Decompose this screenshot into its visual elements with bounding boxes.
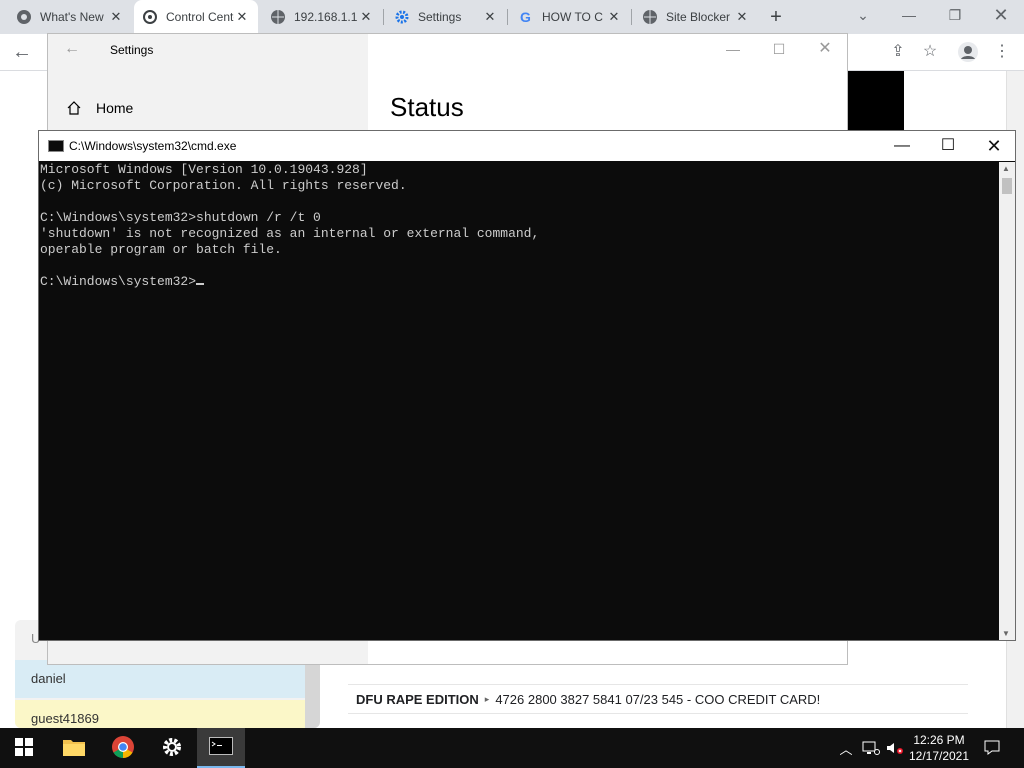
taskbar: ︿ 12:26 PM 12/17/2021: [0, 728, 1024, 768]
profile-avatar-icon[interactable]: [958, 42, 978, 62]
close-icon[interactable]: ✕: [734, 9, 750, 25]
close-window-icon[interactable]: ✕: [971, 131, 1017, 161]
close-icon[interactable]: ✕: [358, 9, 374, 25]
user-list-item[interactable]: daniel: [15, 660, 305, 698]
restore-icon[interactable]: ❐: [932, 0, 978, 34]
cmd-title: C:\Windows\system32\cmd.exe: [69, 139, 237, 153]
folder-icon: [63, 738, 85, 759]
scroll-thumb[interactable]: [1002, 178, 1012, 194]
tab-title: What's New: [40, 10, 104, 24]
taskbar-chrome[interactable]: [99, 728, 147, 768]
console-line: C:\Windows\system32>shutdown /r /t 0: [40, 210, 321, 225]
back-arrow-icon[interactable]: ←: [12, 42, 32, 62]
page-title: Status: [390, 92, 464, 122]
minimize-icon[interactable]: —: [879, 131, 925, 161]
star-icon[interactable]: ☆: [920, 42, 940, 62]
tab-title: 192.168.1.1: [294, 10, 358, 24]
cmd-window: C:\Windows\system32\cmd.exe — ☐ ✕ Micros…: [38, 130, 1016, 641]
start-button[interactable]: [0, 728, 48, 768]
taskbar-file-explorer[interactable]: [50, 728, 98, 768]
cmd-app-icon: [48, 140, 64, 152]
close-icon[interactable]: ✕: [482, 9, 498, 25]
settings-nav-home[interactable]: Home: [66, 98, 346, 118]
chat-message: DFU RAPE EDITION ▸ 4726 2800 3827 5841 0…: [348, 684, 968, 714]
home-icon: [66, 100, 82, 116]
console-prompt: C:\Windows\system32>: [40, 274, 197, 289]
minimize-icon[interactable]: —: [886, 0, 932, 34]
notification-icon[interactable]: [980, 728, 1004, 768]
close-window-icon[interactable]: ✕: [802, 34, 848, 66]
settings-nav-label: Home: [96, 100, 134, 116]
volume-muted-icon[interactable]: [884, 728, 906, 768]
scroll-up-icon[interactable]: ▲: [1002, 164, 1010, 173]
network-icon[interactable]: [860, 728, 882, 768]
cmd-scrollbar[interactable]: ▲ ▼: [999, 162, 1015, 640]
scroll-down-icon[interactable]: ▼: [1002, 629, 1010, 638]
chevron-up-icon[interactable]: ︿: [836, 728, 856, 768]
tab-title: Control Center: [166, 10, 234, 24]
close-icon[interactable]: ✕: [234, 9, 250, 25]
console-output[interactable]: Microsoft Windows [Version 10.0.19043.92…: [39, 162, 1000, 640]
tab-settings[interactable]: Settings ✕: [386, 0, 506, 34]
cmd-title-bar[interactable]: C:\Windows\system32\cmd.exe: [39, 131, 1015, 161]
gear-icon: [394, 9, 410, 25]
page-dark-block: [848, 71, 904, 131]
tab-control-center[interactable]: Control Center ✕: [134, 0, 258, 34]
taskbar-clock[interactable]: 12:26 PM 12/17/2021: [906, 728, 972, 768]
chrome-icon: [16, 9, 32, 25]
terminal-icon: [209, 736, 233, 758]
new-tab-button[interactable]: +: [765, 6, 787, 28]
chrome-icon: [112, 735, 134, 761]
tab-title: HOW TO C: [542, 10, 603, 24]
taskbar-cmd[interactable]: [197, 728, 245, 768]
close-icon[interactable]: ✕: [606, 9, 622, 25]
text-cursor: [196, 283, 205, 285]
windows-icon: [15, 737, 33, 759]
console-line: 'shutdown' is not recognized as an inter…: [40, 226, 540, 241]
google-icon: G: [518, 9, 534, 25]
tab-divider: [507, 9, 508, 25]
console-line: Microsoft Windows [Version 10.0.19043.92…: [40, 162, 368, 177]
chat-username: DFU RAPE EDITION: [356, 691, 479, 707]
chat-text: 4726 2800 3827 5841 07/23 545 - COO CRED…: [495, 691, 821, 707]
taskbar-settings[interactable]: [148, 728, 196, 768]
close-icon[interactable]: ✕: [108, 9, 124, 25]
console-prompt-line: C:\Windows\system32>: [40, 274, 1000, 290]
console-line: operable program or batch file.: [40, 242, 282, 257]
tab-site-blocker[interactable]: Site Blocker ✕: [634, 0, 758, 34]
control-center-icon: [142, 9, 158, 25]
clock-date: 12/17/2021: [908, 749, 970, 763]
browser-tab-strip: What's New ✕ Control Center ✕ 192.168.1.…: [0, 0, 1024, 34]
settings-title: Settings: [110, 43, 154, 57]
globe-icon: [270, 9, 286, 25]
tab-title: Settings: [418, 10, 462, 24]
back-arrow-icon[interactable]: ←: [64, 40, 80, 58]
gear-icon: [162, 737, 182, 760]
user-list-scrollbar[interactable]: [305, 660, 320, 728]
menu-kebab-icon[interactable]: ⋮: [992, 42, 1012, 62]
tab-title: Site Blocker: [666, 10, 731, 24]
share-icon[interactable]: ⇪: [888, 42, 908, 62]
globe-icon: [642, 9, 658, 25]
tab-divider: [631, 9, 632, 25]
maximize-icon[interactable]: ☐: [756, 34, 802, 66]
maximize-icon[interactable]: ☐: [925, 131, 971, 161]
console-line: (c) Microsoft Corporation. All rights re…: [40, 178, 407, 193]
tab-divider: [383, 9, 384, 25]
tab-how-to[interactable]: G HOW TO C ✕: [510, 0, 630, 34]
tab-whats-new[interactable]: What's New ✕: [8, 0, 132, 34]
user-list-item[interactable]: guest41869: [15, 700, 305, 728]
close-window-icon[interactable]: ✕: [978, 0, 1024, 34]
tab-search-icon[interactable]: ⌄: [840, 0, 886, 34]
clock-time: 12:26 PM: [913, 733, 965, 747]
minimize-icon[interactable]: —: [710, 34, 756, 66]
tab-router[interactable]: 192.168.1.1 ✕: [262, 0, 382, 34]
chevron-right-icon: ▸: [484, 693, 490, 704]
svg-text:G: G: [520, 9, 531, 25]
